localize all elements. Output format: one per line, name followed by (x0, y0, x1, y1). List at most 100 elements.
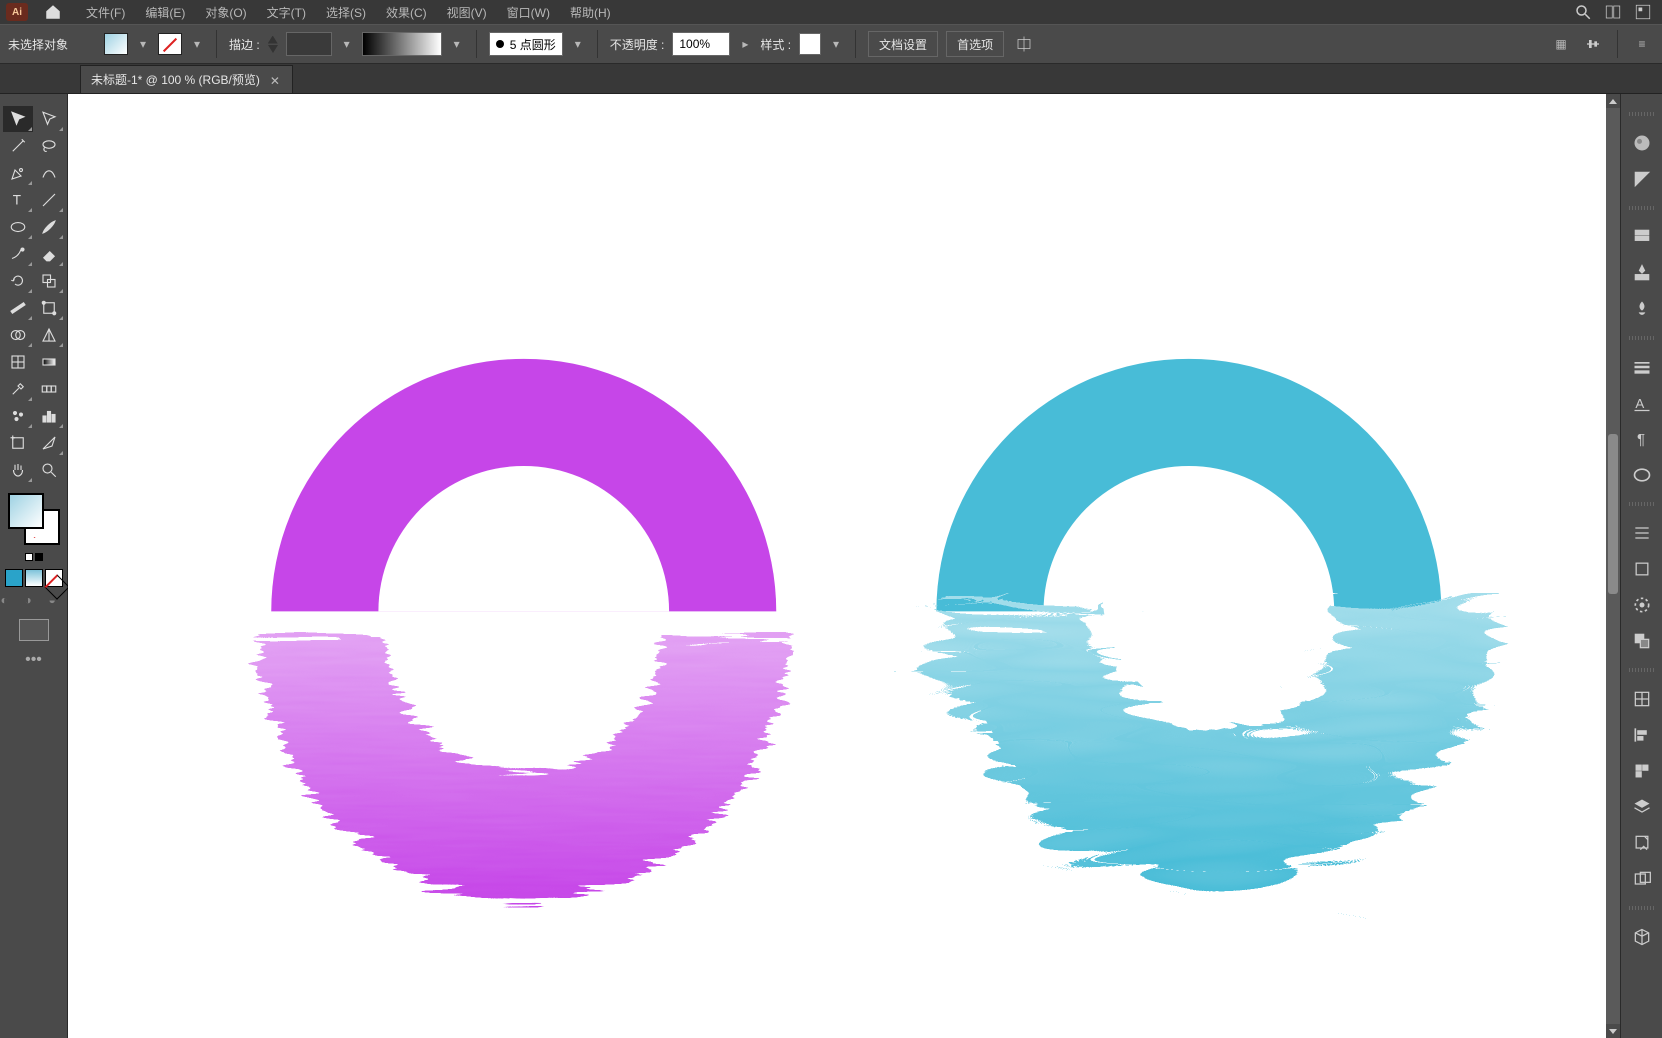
eraser-tool[interactable] (34, 241, 64, 267)
gradient-tool[interactable] (34, 349, 64, 375)
document-setup-button[interactable]: 文档设置 (868, 31, 938, 57)
opacity-dropdown[interactable]: ▸ (738, 33, 752, 55)
document-tab[interactable]: 未标题-1* @ 100 % (RGB/预览) ✕ (80, 65, 293, 93)
stroke-dropdown[interactable]: ▾ (190, 33, 204, 55)
lasso-tool[interactable] (34, 133, 64, 159)
stroke-weight-stepper[interactable] (268, 36, 278, 53)
layers-panel-icon[interactable] (1627, 794, 1657, 820)
hand-tool[interactable] (3, 457, 33, 483)
symbol-sprayer-tool[interactable] (3, 403, 33, 429)
edit-toolbar-icon[interactable]: ••• (0, 651, 67, 669)
properties-panel-icon[interactable] (1627, 224, 1657, 250)
stroke-weight-select[interactable] (286, 32, 332, 56)
width-tool[interactable] (3, 295, 33, 321)
align-to-icon[interactable] (1012, 32, 1036, 56)
style-dropdown[interactable]: ▾ (829, 33, 843, 55)
control-menu-icon[interactable]: ≡ (1630, 32, 1654, 56)
color-panel-icon[interactable] (1627, 130, 1657, 156)
eyedropper-tool[interactable] (3, 376, 33, 402)
brush-dropdown[interactable]: ▾ (571, 33, 585, 55)
magic-wand-tool[interactable] (3, 133, 33, 159)
artboard-tool[interactable] (3, 430, 33, 456)
align-left-panel-icon[interactable] (1627, 722, 1657, 748)
rotate-tool[interactable] (3, 268, 33, 294)
paintbrush-tool[interactable] (34, 214, 64, 240)
menu-object[interactable]: 对象(O) (197, 2, 254, 23)
preferences-button[interactable]: 首选项 (946, 31, 1004, 57)
zoom-tool[interactable] (34, 457, 64, 483)
graphic-style-swatch[interactable] (799, 33, 821, 55)
stroke-weight-dropdown[interactable]: ▾ (340, 33, 354, 55)
libraries-panel-icon[interactable] (1627, 260, 1657, 286)
tab-close-icon[interactable]: ✕ (270, 74, 282, 86)
screen-mode-icon[interactable] (19, 619, 49, 641)
menu-edit[interactable]: 编辑(E) (137, 2, 193, 23)
vertical-scrollbar[interactable] (1606, 94, 1620, 1038)
home-button[interactable] (38, 1, 68, 23)
scale-tool[interactable] (34, 268, 64, 294)
align-panel-shortcut-icon[interactable] (1581, 32, 1605, 56)
transform-panel-icon[interactable] (1627, 556, 1657, 582)
shaper-tool[interactable] (3, 241, 33, 267)
mesh-tool[interactable] (3, 349, 33, 375)
draw-normal-icon[interactable]: ◐ (1, 593, 19, 611)
search-icon[interactable] (1570, 1, 1596, 23)
swap-default-colors[interactable] (25, 553, 43, 561)
column-graph-tool[interactable] (34, 403, 64, 429)
color-guide-panel-icon[interactable] (1627, 166, 1657, 192)
scroll-down-button[interactable] (1606, 1024, 1620, 1038)
shape-builder-tool[interactable] (3, 322, 33, 348)
line-tool[interactable] (34, 187, 64, 213)
perspective-grid-tool[interactable] (34, 322, 64, 348)
stroke-swatch-none[interactable] (158, 33, 182, 55)
curvature-tool[interactable] (34, 160, 64, 186)
align-panel-icon[interactable] (1627, 520, 1657, 546)
tab-title: 未标题-1* @ 100 % (RGB/预览) (91, 71, 260, 88)
direct-selection-tool[interactable] (34, 106, 64, 132)
opentype-panel-icon[interactable] (1627, 462, 1657, 488)
fill-swatch[interactable] (104, 33, 128, 55)
opacity-input[interactable]: 100% (672, 32, 730, 56)
3d-panel-icon[interactable] (1627, 924, 1657, 950)
menu-view[interactable]: 视图(V) (439, 2, 495, 23)
menu-type[interactable]: 文字(T) (259, 2, 314, 23)
transform-panel-icon[interactable]: ▦ (1549, 32, 1573, 56)
menu-file[interactable]: 文件(F) (78, 2, 133, 23)
menu-effect[interactable]: 效果(C) (378, 2, 435, 23)
stroke-panel-icon[interactable] (1627, 354, 1657, 380)
draw-behind-icon[interactable]: ◑ (25, 593, 43, 611)
fill-color-box[interactable] (8, 493, 44, 529)
selection-tool[interactable] (3, 106, 33, 132)
menu-window[interactable]: 窗口(W) (499, 2, 558, 23)
fill-dropdown[interactable]: ▾ (136, 33, 150, 55)
solid-color-mode[interactable] (5, 569, 23, 587)
gradient-color-mode[interactable] (25, 569, 43, 587)
slice-tool[interactable] (34, 430, 64, 456)
free-transform-tool[interactable] (34, 295, 64, 321)
paragraph-panel-icon[interactable]: ¶ (1627, 426, 1657, 452)
brush-definition-select[interactable]: 5 点圆形 (489, 32, 563, 56)
grid-panel-icon[interactable] (1627, 686, 1657, 712)
appearance-panel-icon[interactable] (1627, 592, 1657, 618)
canvas[interactable] (68, 94, 1620, 1038)
workspace-switcher-icon[interactable] (1630, 1, 1656, 23)
character-panel-icon[interactable]: A (1627, 390, 1657, 416)
fill-stroke-indicator[interactable] (8, 493, 60, 545)
graphic-styles-panel-icon[interactable] (1627, 758, 1657, 784)
arrange-documents-icon[interactable] (1600, 1, 1626, 23)
variable-width-profile[interactable] (362, 32, 442, 56)
symbols-panel-icon[interactable] (1627, 296, 1657, 322)
none-color-mode[interactable] (45, 569, 63, 587)
artboards-panel-icon[interactable] (1627, 866, 1657, 892)
asset-export-panel-icon[interactable] (1627, 830, 1657, 856)
pen-tool[interactable] (3, 160, 33, 186)
scroll-up-button[interactable] (1606, 94, 1620, 108)
ellipse-tool[interactable] (3, 214, 33, 240)
variable-width-dropdown[interactable]: ▾ (450, 33, 464, 55)
menu-select[interactable]: 选择(S) (318, 2, 374, 23)
scrollbar-thumb[interactable] (1608, 434, 1618, 594)
pathfinder-panel-icon[interactable] (1627, 628, 1657, 654)
menu-help[interactable]: 帮助(H) (562, 2, 619, 23)
blend-tool[interactable] (34, 376, 64, 402)
type-tool[interactable]: T (3, 187, 33, 213)
